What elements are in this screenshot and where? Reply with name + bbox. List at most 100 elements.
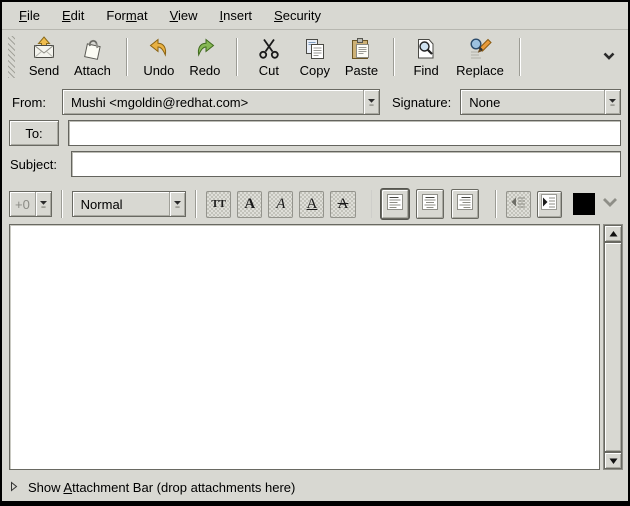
attach-label: Attach xyxy=(74,63,111,78)
from-select[interactable]: Mushi <mgoldin@redhat.com> xyxy=(62,89,380,115)
signature-label: Signature: xyxy=(392,95,451,110)
vertical-scrollbar[interactable] xyxy=(603,224,623,470)
menu-view-label: View xyxy=(170,8,198,23)
format-separator xyxy=(495,190,497,218)
chevron-down-icon xyxy=(602,48,616,65)
unindent-button[interactable] xyxy=(506,191,531,218)
undo-button[interactable]: Undo xyxy=(136,35,182,79)
dropdown-arrow-icon xyxy=(35,192,51,216)
toolbar-separator xyxy=(519,38,521,76)
to-button[interactable]: To: xyxy=(9,120,59,146)
message-headers: From: Mushi <mgoldin@redhat.com> Signatu… xyxy=(2,84,628,185)
toolbar-separator xyxy=(236,38,238,76)
italic-icon: A xyxy=(276,197,285,212)
underline-icon: A xyxy=(307,197,318,212)
find-button[interactable]: Find xyxy=(403,35,449,79)
cut-icon xyxy=(256,36,282,62)
attachment-bar-label: Show Attachment Bar (drop attachments he… xyxy=(28,480,295,495)
paste-button[interactable]: Paste xyxy=(338,35,385,79)
paste-label: Paste xyxy=(345,63,378,78)
toolbar-overflow-chevron[interactable] xyxy=(598,44,620,70)
scrollbar-thumb[interactable] xyxy=(604,242,622,452)
menu-insert[interactable]: Insert xyxy=(209,2,264,29)
scroll-up-button[interactable] xyxy=(604,225,622,242)
to-row: To: xyxy=(9,120,621,146)
copy-button[interactable]: Copy xyxy=(292,35,338,79)
strikethrough-button[interactable]: A xyxy=(330,191,355,218)
italic-button[interactable]: A xyxy=(268,191,293,218)
format-separator xyxy=(371,190,373,218)
to-input[interactable] xyxy=(68,120,621,146)
undo-label: Undo xyxy=(143,63,174,78)
dropdown-arrow-icon xyxy=(363,90,379,114)
font-color-swatch xyxy=(573,193,595,215)
font-color-button[interactable] xyxy=(573,193,595,215)
typewriter-icon: TT xyxy=(211,199,226,210)
subject-input[interactable] xyxy=(71,151,621,177)
toolbar-separator xyxy=(393,38,395,76)
arrow-down-icon xyxy=(609,452,618,470)
underline-button[interactable]: A xyxy=(299,191,324,218)
replace-button[interactable]: Replace xyxy=(449,35,511,79)
format-separator xyxy=(61,190,63,218)
paste-icon xyxy=(348,36,374,62)
typewriter-button[interactable]: TT xyxy=(206,191,231,218)
mail-composer-window: File Edit Format View Insert Security Se… xyxy=(0,0,630,506)
format-toolbar: +0 Normal TT A A A A xyxy=(2,185,628,223)
unindent-icon xyxy=(509,193,527,216)
expander-triangle-icon xyxy=(10,480,18,495)
message-body-area xyxy=(2,223,628,473)
scroll-down-button[interactable] xyxy=(604,452,622,469)
signature-select[interactable]: None xyxy=(460,89,621,115)
toolbar-drag-handle[interactable] xyxy=(8,36,15,78)
align-center-icon xyxy=(420,192,440,217)
format-overflow-chevron[interactable] xyxy=(599,193,621,215)
redo-icon xyxy=(192,36,218,62)
menubar: File Edit Format View Insert Security xyxy=(2,2,628,30)
main-toolbar: Send Attach Undo Redo xyxy=(2,30,628,84)
chevron-down-icon xyxy=(601,195,619,212)
align-right-button[interactable] xyxy=(451,189,479,219)
align-center-button[interactable] xyxy=(416,189,444,219)
attachment-bar-toggle[interactable]: Show Attachment Bar (drop attachments he… xyxy=(2,473,628,501)
menu-file[interactable]: File xyxy=(8,2,51,29)
subject-label: Subject: xyxy=(9,157,62,172)
redo-button[interactable]: Redo xyxy=(182,35,228,79)
menu-view[interactable]: View xyxy=(159,2,209,29)
paragraph-style-select[interactable]: Normal xyxy=(72,191,187,217)
subject-row: Subject: xyxy=(9,151,621,177)
align-right-icon xyxy=(455,192,475,217)
menu-edit-label: Edit xyxy=(62,8,84,23)
align-left-icon xyxy=(385,192,405,217)
copy-icon xyxy=(302,36,328,62)
strikethrough-icon: A xyxy=(338,197,349,212)
from-value: Mushi <mgoldin@redhat.com> xyxy=(63,90,363,114)
font-size-select[interactable]: +0 xyxy=(9,191,52,217)
menu-file-label: File xyxy=(19,8,40,23)
menu-format[interactable]: Format xyxy=(95,2,158,29)
from-label: From: xyxy=(9,95,62,110)
send-button[interactable]: Send xyxy=(21,35,67,79)
send-label: Send xyxy=(29,63,59,78)
find-icon xyxy=(413,36,439,62)
paragraph-style-value: Normal xyxy=(73,192,170,216)
dropdown-arrow-icon xyxy=(169,192,185,216)
cut-button[interactable]: Cut xyxy=(246,35,292,79)
align-left-button[interactable] xyxy=(381,189,409,219)
menu-edit[interactable]: Edit xyxy=(51,2,95,29)
indent-icon xyxy=(540,193,558,216)
format-separator xyxy=(195,190,197,218)
attach-button[interactable]: Attach xyxy=(67,35,118,79)
toolbar-separator xyxy=(126,38,128,76)
replace-icon xyxy=(467,36,493,62)
menu-security[interactable]: Security xyxy=(263,2,332,29)
copy-label: Copy xyxy=(300,63,330,78)
menu-format-label: Format xyxy=(106,8,147,23)
from-row: From: Mushi <mgoldin@redhat.com> Signatu… xyxy=(9,89,621,115)
send-icon xyxy=(31,36,57,62)
indent-button[interactable] xyxy=(537,191,562,218)
arrow-up-icon xyxy=(609,225,618,243)
message-body-editor[interactable] xyxy=(9,224,600,470)
bold-button[interactable]: A xyxy=(237,191,262,218)
redo-label: Redo xyxy=(189,63,220,78)
